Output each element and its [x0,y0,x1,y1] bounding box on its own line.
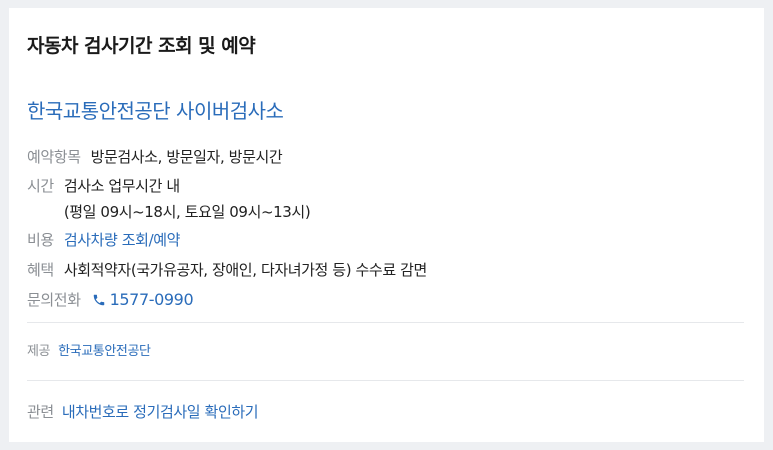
phone-link[interactable]: 1577-0990 [91,287,194,313]
provider-row: 제공 한국교통안전공단 [27,342,151,362]
divider-provider [27,322,744,323]
phone-icon [91,292,107,308]
row-phone-label: 문의전화 [27,291,81,309]
vehicle-inquiry-link[interactable]: 검사차량 조회/예약 [64,227,181,253]
org-name-link[interactable]: 한국교통안전공단 사이버검사소 [27,95,284,124]
related-label: 관련 [27,403,54,421]
row-time-label: 시간 [27,177,54,195]
row-benefit: 혜택 사회적약자(국가유공자, 장애인, 다자녀가정 등) 수수료 감면 [27,257,427,283]
row-time-detail: (평일 09시~18시, 토요일 09시~13시) [63,203,311,221]
row-time-value: 검사소 업무시간 내 (평일 09시~18시, 토요일 09시~13시) [63,173,311,225]
row-benefit-value: 사회적약자(국가유공자, 장애인, 다자녀가정 등) 수수료 감면 [63,261,427,279]
row-benefit-label: 혜택 [27,261,54,279]
info-card: 자동차 검사기간 조회 및 예약 한국교통안전공단 사이버검사소 예약항목 방문… [9,8,764,442]
row-phone: 문의전화 1577-0990 [27,287,194,313]
row-cost: 비용 검사차량 조회/예약 [27,227,180,253]
card-title: 자동차 검사기간 조회 및 예약 [27,35,256,57]
row-cost-label: 비용 [27,231,54,249]
row-time-hours: 검사소 업무시간 내 [63,177,180,195]
related-row: 관련 내차번호로 정기검사일 확인하기 [27,400,259,424]
provider-label: 제공 [27,344,51,359]
row-reservation-value: 방문검사소, 방문일자, 방문시간 [90,148,283,166]
phone-number: 1577-0990 [109,290,194,309]
row-reservation: 예약항목 방문검사소, 방문일자, 방문시간 [27,144,283,170]
row-reservation-label: 예약항목 [27,148,81,166]
row-time: 시간 검사소 업무시간 내 (평일 09시~18시, 토요일 09시~13시) [27,173,311,225]
provider-link[interactable]: 한국교통안전공단 [58,342,151,362]
related-inspection-link[interactable]: 내차번호로 정기검사일 확인하기 [62,400,259,424]
divider-related [27,380,744,381]
